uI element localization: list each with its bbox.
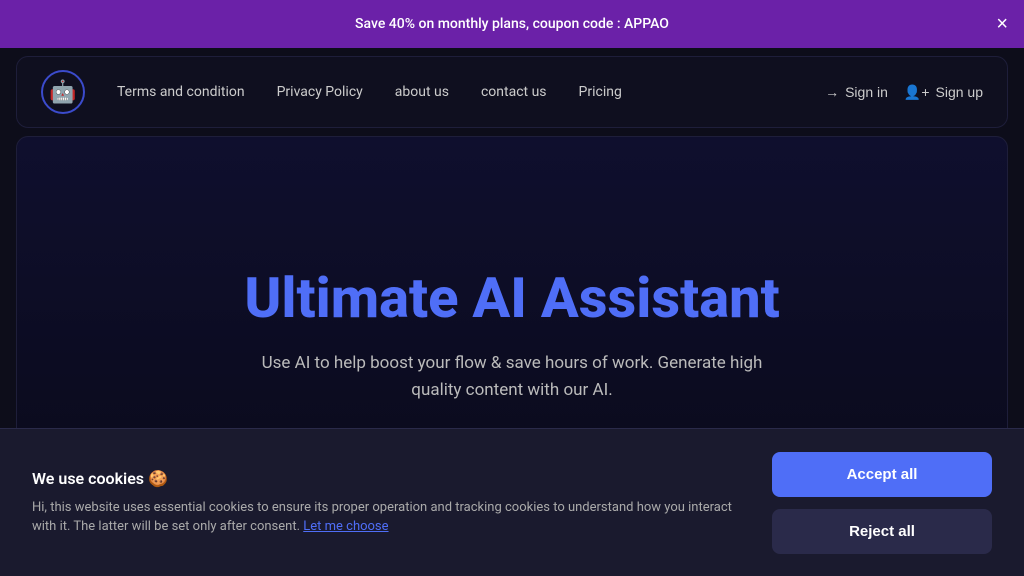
nav-links: Terms and condition Privacy Policy about…	[117, 84, 825, 100]
cookie-actions: Accept all Reject all	[772, 452, 992, 554]
nav-pricing[interactable]: Pricing	[579, 84, 622, 100]
nav-about[interactable]: about us	[395, 84, 449, 100]
cookie-banner: We use cookies 🍪 Hi, this website uses e…	[0, 428, 1024, 576]
signin-icon: →	[825, 84, 839, 100]
cookie-title: We use cookies 🍪	[32, 469, 740, 488]
navbar: 🤖 Terms and condition Privacy Policy abo…	[16, 56, 1008, 128]
logo-icon: 🤖	[49, 80, 76, 105]
promo-banner: Save 40% on monthly plans, coupon code :…	[0, 0, 1024, 48]
cookie-choose-link[interactable]: Let me choose	[303, 519, 388, 534]
nav-contact[interactable]: contact us	[481, 84, 547, 100]
signin-label: Sign in	[845, 84, 888, 100]
signup-icon: 👤+	[904, 84, 930, 101]
reject-all-button[interactable]: Reject all	[772, 509, 992, 554]
nav-terms[interactable]: Terms and condition	[117, 84, 245, 100]
hero-subtitle: Use AI to help boost your flow & save ho…	[252, 350, 772, 404]
hero-title: Ultimate AI Assistant	[244, 268, 779, 330]
banner-close-button[interactable]: ×	[996, 14, 1008, 34]
banner-text: Save 40% on monthly plans, coupon code :…	[355, 16, 669, 32]
cookie-description: Hi, this website uses essential cookies …	[32, 498, 740, 537]
signup-button[interactable]: 👤+ Sign up	[904, 84, 983, 101]
cookie-text-section: We use cookies 🍪 Hi, this website uses e…	[32, 469, 740, 537]
logo[interactable]: 🤖	[41, 70, 85, 114]
signup-label: Sign up	[936, 84, 983, 100]
signin-button[interactable]: → Sign in	[825, 84, 888, 100]
nav-privacy[interactable]: Privacy Policy	[277, 84, 363, 100]
accept-all-button[interactable]: Accept all	[772, 452, 992, 497]
nav-actions: → Sign in 👤+ Sign up	[825, 84, 983, 101]
